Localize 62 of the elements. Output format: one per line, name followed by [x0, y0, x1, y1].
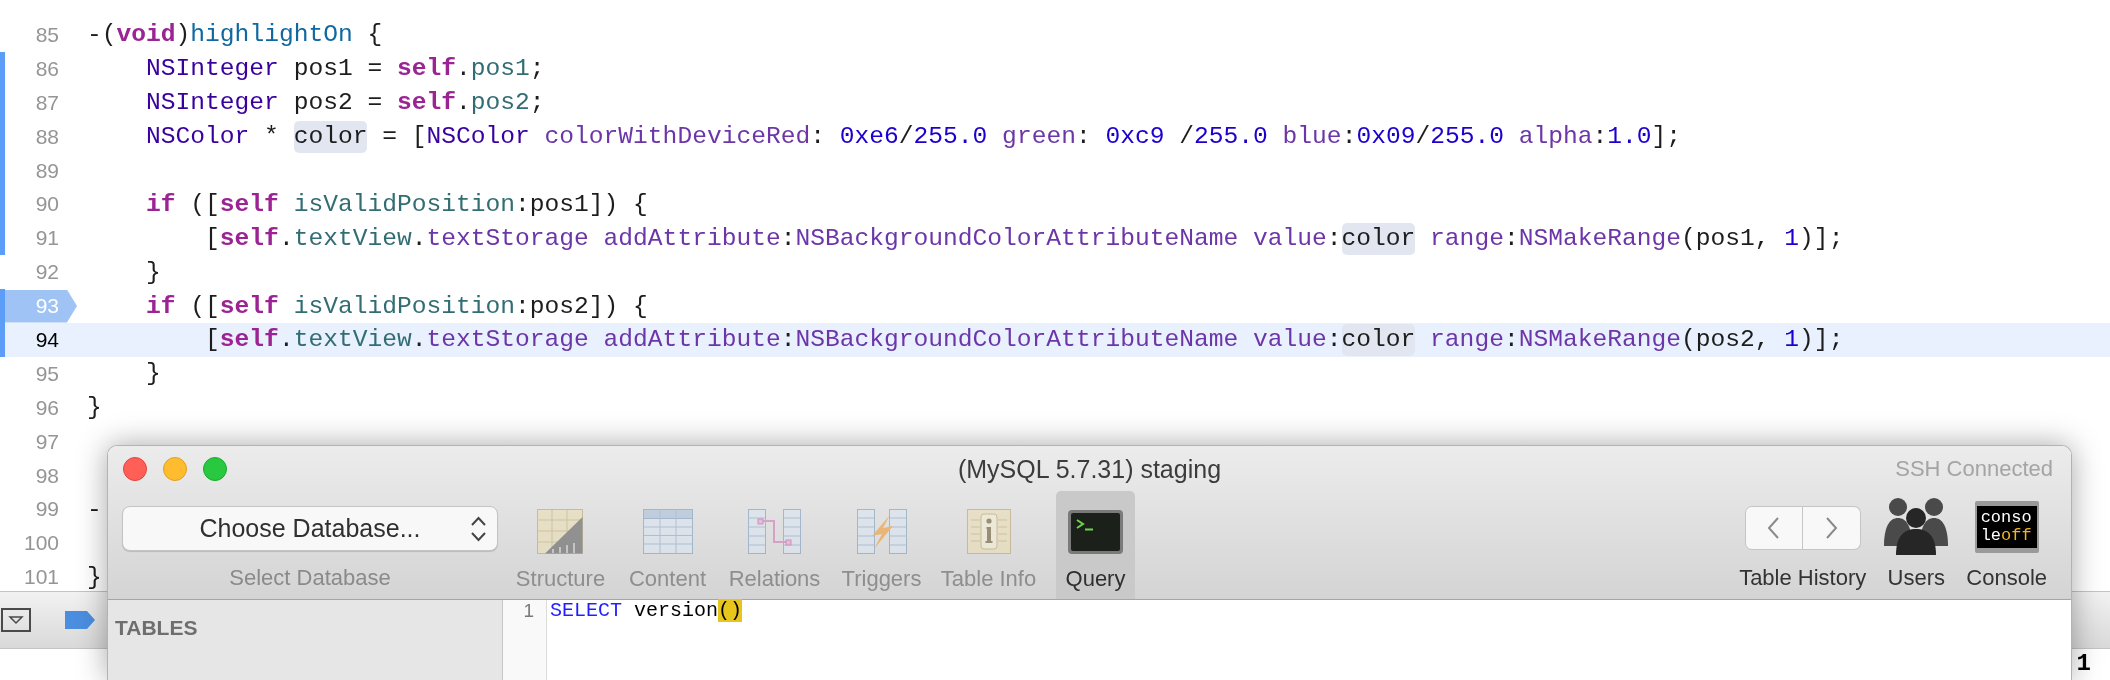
users-button[interactable]: Users: [1884, 491, 1949, 599]
line-number: 1: [523, 600, 534, 622]
line-number: 92: [35, 259, 59, 286]
tag-icon[interactable]: [65, 611, 95, 629]
table-ruler-icon: [537, 509, 584, 554]
line-number: 91: [35, 225, 59, 252]
back-button[interactable]: [1744, 506, 1803, 550]
database-popup-label: Select Database: [229, 565, 391, 591]
forward-button[interactable]: [1802, 506, 1861, 550]
window-title: (MySQL 5.7.31) staging: [957, 453, 1222, 484]
code-line: NSInteger pos2 = self.pos2;: [145, 88, 545, 119]
line-number: 89: [35, 157, 59, 184]
breakpoint-marker[interactable]: 93: [5, 289, 77, 323]
console-status-text: off: [2001, 527, 2032, 545]
code-line: if ([self isValidPosition:pos2]) {: [145, 291, 648, 322]
line-number: 88: [35, 123, 59, 150]
query-editor[interactable]: 1 SELECT version(): [503, 600, 2071, 680]
line-number: 98: [35, 462, 59, 489]
sidebar-heading: TABLES: [115, 616, 198, 639]
line-number: 97: [35, 428, 59, 455]
users-icon: [1884, 496, 1949, 555]
console-screen-text: conso: [1980, 509, 2033, 527]
line-number: 96: [35, 394, 59, 421]
code-line: NSColor * color = [NSColor colorWithDeviceRed: 0xe6/255.0 green: 0xc9 /255.0 blue:0x09/255.0 alpha:1.0];: [87, 120, 1682, 154]
code-line: }: [145, 359, 161, 390]
code-line: [self.textView.textStorage addAttribute:NSBackgroundColorAttributeName value:color range:NSMakeRange(pos2, 1)];: [87, 323, 1844, 357]
linked-columns-icon: [748, 509, 801, 554]
line-number: 90: [35, 191, 59, 218]
console-button[interactable]: conso leoff Console: [1966, 491, 2047, 599]
line-number: 95: [35, 360, 59, 387]
line-number: 87: [35, 89, 59, 116]
lightning-columns-icon: [856, 509, 907, 554]
minimize-button[interactable]: [163, 456, 187, 481]
code-line: NSInteger pos1 = self.pos1;: [145, 54, 545, 85]
connection-status: SSH Connected: [1895, 455, 2054, 482]
terminal-icon: [1068, 509, 1123, 554]
code-line: if ([self isValidPosition:pos1]) {: [145, 189, 648, 220]
line-number: 100: [23, 530, 59, 557]
code-line: SELECT version(): [550, 600, 743, 622]
zoom-button[interactable]: [203, 456, 227, 481]
console-screen-text: le: [1980, 527, 2002, 545]
database-popup[interactable]: Choose Database...: [122, 506, 498, 551]
line-number: 86: [35, 55, 59, 82]
toolbar-button[interactable]: Query: [1056, 491, 1135, 599]
panel-toggle-icon[interactable]: [1, 608, 31, 632]
code-line: -(void)highlightOn {: [87, 20, 383, 51]
table-history-label: Table History: [1739, 565, 1867, 591]
table-grid-icon: [642, 509, 693, 554]
line-number: 101: [23, 564, 59, 591]
chevron-left-icon: [1767, 516, 1781, 540]
line-number: 99: [35, 496, 59, 523]
code-line: }: [87, 393, 102, 424]
line-number: 94: [35, 326, 59, 353]
chevron-right-icon: [1824, 516, 1838, 540]
code-line: }: [145, 257, 161, 288]
line-number: 85: [35, 21, 59, 48]
console-output-text: 1: [2076, 650, 2091, 679]
close-button[interactable]: [123, 456, 147, 481]
code-line: -: [87, 494, 102, 525]
code-line: [self.textView.textStorage addAttribute:NSBackgroundColorAttributeName value:color range:NSMakeRange(pos1, 1)];: [87, 221, 1844, 255]
code-line: }: [87, 562, 102, 591]
info-card-icon: [966, 509, 1011, 554]
